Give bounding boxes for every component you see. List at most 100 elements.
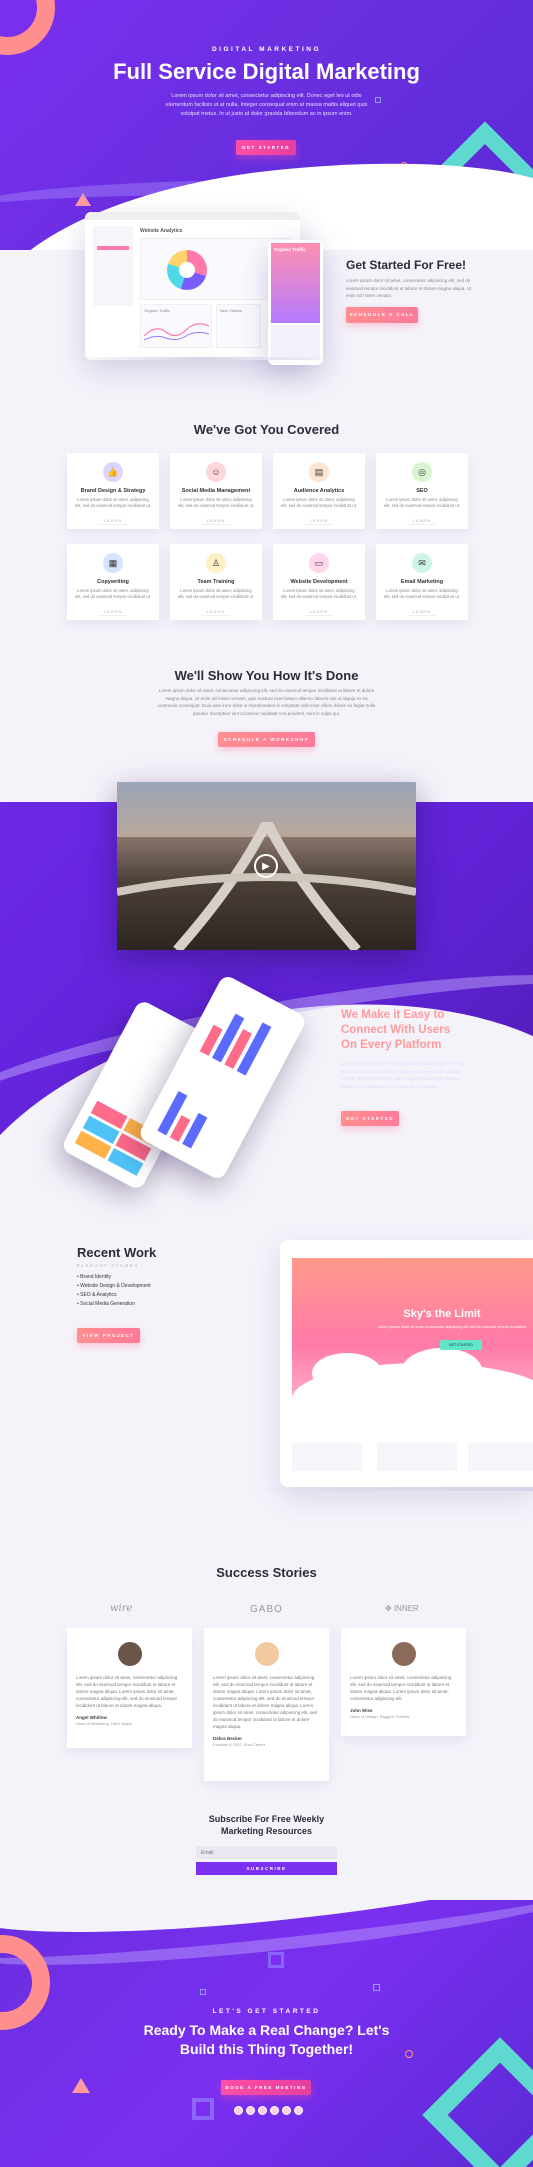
service-title: Email Marketing: [400, 579, 444, 585]
service-desc: Lorem ipsum dolor sit amet, adipiscing e…: [177, 588, 255, 599]
learn-link[interactable]: LEARN: [201, 609, 231, 616]
laptop-desc: Lorem ipsum dolor sit amet consectetur a…: [377, 1325, 527, 1329]
recent-subtitle: ELEGANT THEMES: [77, 1263, 139, 1268]
wire-logo: wire: [110, 1603, 133, 1614]
recent-title: Recent Work: [77, 1245, 157, 1260]
testimonial-name: Angel Whitlow: [76, 1715, 107, 1720]
people-icon: ☺: [206, 462, 226, 482]
testimonial-text: Lorem ipsum dolor sit amet, consectetur …: [76, 1675, 178, 1708]
panel-label: Organic Traffic: [144, 308, 170, 313]
panel-label: New Visitors: [220, 308, 243, 313]
schedule-workshop-button[interactable]: SCHEDULE A WORKSHOP: [218, 732, 315, 747]
hero-desc: volutpat metus. In ut justo at dolor gra…: [180, 111, 353, 117]
phone-title: Organic Traffic: [274, 247, 306, 252]
avatar: [254, 1642, 279, 1666]
footer-kicker: LET'S GET STARTED: [212, 2008, 321, 2015]
bullet-item: • Social Media Generation: [77, 1301, 135, 1307]
email-field[interactable]: [196, 1846, 337, 1859]
show-desc: Lorem ipsum dolor sit amet, consectetur …: [157, 688, 376, 716]
hero-desc: elementum facilisis ut at nulla. Integer…: [165, 102, 368, 108]
get-started-button[interactable]: GET STARTED: [236, 140, 296, 155]
service-title: Brand Design & Strategy: [80, 488, 146, 494]
covered-title: We've Got You Covered: [193, 422, 340, 437]
testimonial-role: Head of Design, Ragged Themes: [350, 1714, 410, 1719]
view-project-button[interactable]: VIEW PROJECT: [77, 1328, 140, 1343]
testimonial-card: Lorem ipsum dolor sit amet, consectetur …: [67, 1628, 192, 1748]
service-card: ▤ Audience Analytics Lorem ipsum dolor sit…: [273, 453, 365, 529]
service-card: ☺ Social Media Management Lorem ipsum dolo…: [170, 453, 262, 529]
recent-bullets: • Brand Identity • Website Design & Deve…: [77, 1273, 151, 1309]
hero-kicker: DIGITAL MARKETING: [211, 46, 322, 53]
book-meeting-button[interactable]: BOOK A FREE MEETING: [221, 2080, 311, 2095]
free-title: Get Started For Free!: [346, 258, 467, 272]
square-decoration: [192, 2098, 214, 2120]
testimonial-text: Lorem ipsum dolor sit amet, consectetur …: [213, 1675, 318, 1729]
testimonial-name: John Wise: [350, 1708, 373, 1713]
service-desc: Lorem ipsum dolor sit amet, adipiscing e…: [177, 497, 255, 508]
learn-link[interactable]: LEARN: [201, 518, 231, 525]
bullet-item: • Brand Identity: [77, 1274, 111, 1280]
chart-icon: ▤: [309, 462, 329, 482]
testimonial-role: Founder & CEO, Shut Center: [213, 1742, 266, 1747]
service-title: Team Training: [197, 579, 235, 585]
play-icon[interactable]: ▶: [254, 854, 278, 878]
testimonial-name: Debra Becker: [213, 1736, 243, 1741]
bullet-item: • Website Design & Development: [77, 1283, 151, 1289]
platform-desc: Lorem ipsum dolor sit amet, consectetur …: [341, 1061, 466, 1089]
platform-title: On Every Platform: [341, 1039, 442, 1051]
platform-get-started-button[interactable]: GET STARTED: [341, 1111, 399, 1126]
learn-link[interactable]: LEARN: [98, 518, 128, 525]
avatar-row: [234, 2106, 303, 2115]
subscribe-button[interactable]: SUBSCRIBE: [196, 1862, 337, 1875]
service-title: Social Media Management: [181, 488, 251, 494]
subscribe-title: Subscribe For Free Weekly: [208, 1814, 325, 1824]
stories-title: Success Stories: [216, 1565, 317, 1580]
learn-link[interactable]: LEARN: [98, 609, 128, 616]
platform-title: Connect With Users: [341, 1024, 451, 1036]
square-decoration: [200, 1989, 206, 1995]
service-title: Website Development: [290, 579, 348, 585]
service-card: ✉ Email Marketing Lorem ipsum dolor sit am…: [376, 544, 468, 620]
service-desc: Lorem ipsum dolor sit amet, adipiscing e…: [383, 497, 461, 508]
service-card: ◎ SEO Lorem ipsum dolor sit amet, adipisci…: [376, 453, 468, 529]
gabo-logo: GABO: [250, 1604, 283, 1615]
testimonial-role: Head of Marketing, Dirt's Space: [76, 1721, 133, 1726]
hero-desc: Lorem ipsum dolor sit amet, consectetur …: [171, 93, 362, 99]
footer-title: Ready To Make a Real Change? Let's: [143, 2022, 390, 2038]
service-card: 👍 Brand Design & Strategy Lorem ipsum dolo…: [67, 453, 159, 529]
monitor-icon: ▭: [309, 553, 329, 573]
laptop-title: Sky's the Limit: [403, 1308, 481, 1320]
show-title: We'll Show You How It's Done: [174, 668, 359, 683]
document-icon: ▦: [103, 553, 123, 573]
laptop-mockup: Sky's the Limit Lorem ipsum dolor sit am…: [280, 1240, 533, 1487]
footer-title: Build this Thing Together!: [179, 2041, 354, 2057]
service-title: SEO: [416, 488, 428, 494]
laptop-button[interactable]: GET STARTED: [440, 1340, 482, 1350]
triangle-decoration: [72, 2078, 90, 2093]
service-card: ♙ Team Training Lorem ipsum dolor sit amet…: [170, 544, 262, 620]
mail-icon: ✉: [412, 553, 432, 573]
service-desc: Lorem ipsum dolor sit amet, adipiscing e…: [280, 497, 358, 508]
square-decoration: [268, 1952, 284, 1968]
learn-link[interactable]: LEARN: [407, 518, 437, 525]
schedule-call-button[interactable]: SCHEDULE A CALL: [346, 307, 418, 323]
person-icon: ♙: [206, 553, 226, 573]
platform-title: We Make it Easy to: [341, 1009, 445, 1021]
dashboard-title: Website Analytics: [140, 228, 183, 234]
service-title: Audience Analytics: [293, 488, 345, 494]
learn-link[interactable]: LEARN: [304, 518, 334, 525]
square-decoration: [373, 1984, 380, 1991]
learn-link[interactable]: LEARN: [407, 609, 437, 616]
service-desc: Lorem ipsum dolor sit amet, adipiscing e…: [74, 588, 152, 599]
service-desc: Lorem ipsum dolor sit amet, adipiscing e…: [280, 588, 358, 599]
subscribe-title: Marketing Resources: [220, 1826, 313, 1836]
service-card: ▦ Copywriting Lorem ipsum dolor sit amet, …: [67, 544, 159, 620]
free-desc: Lorem ipsum dolor sit amet, consectetur …: [346, 278, 472, 298]
service-desc: Lorem ipsum dolor sit amet, adipiscing e…: [383, 588, 461, 599]
testimonial-card: Lorem ipsum dolor sit amet, consectetur …: [341, 1628, 466, 1736]
video-thumbnail[interactable]: ▶: [117, 782, 416, 950]
thumbs-up-icon: 👍: [103, 462, 123, 482]
testimonial-card: Lorem ipsum dolor sit amet, consectetur …: [204, 1628, 329, 1781]
avatar: [391, 1642, 416, 1666]
learn-link[interactable]: LEARN: [304, 609, 334, 616]
